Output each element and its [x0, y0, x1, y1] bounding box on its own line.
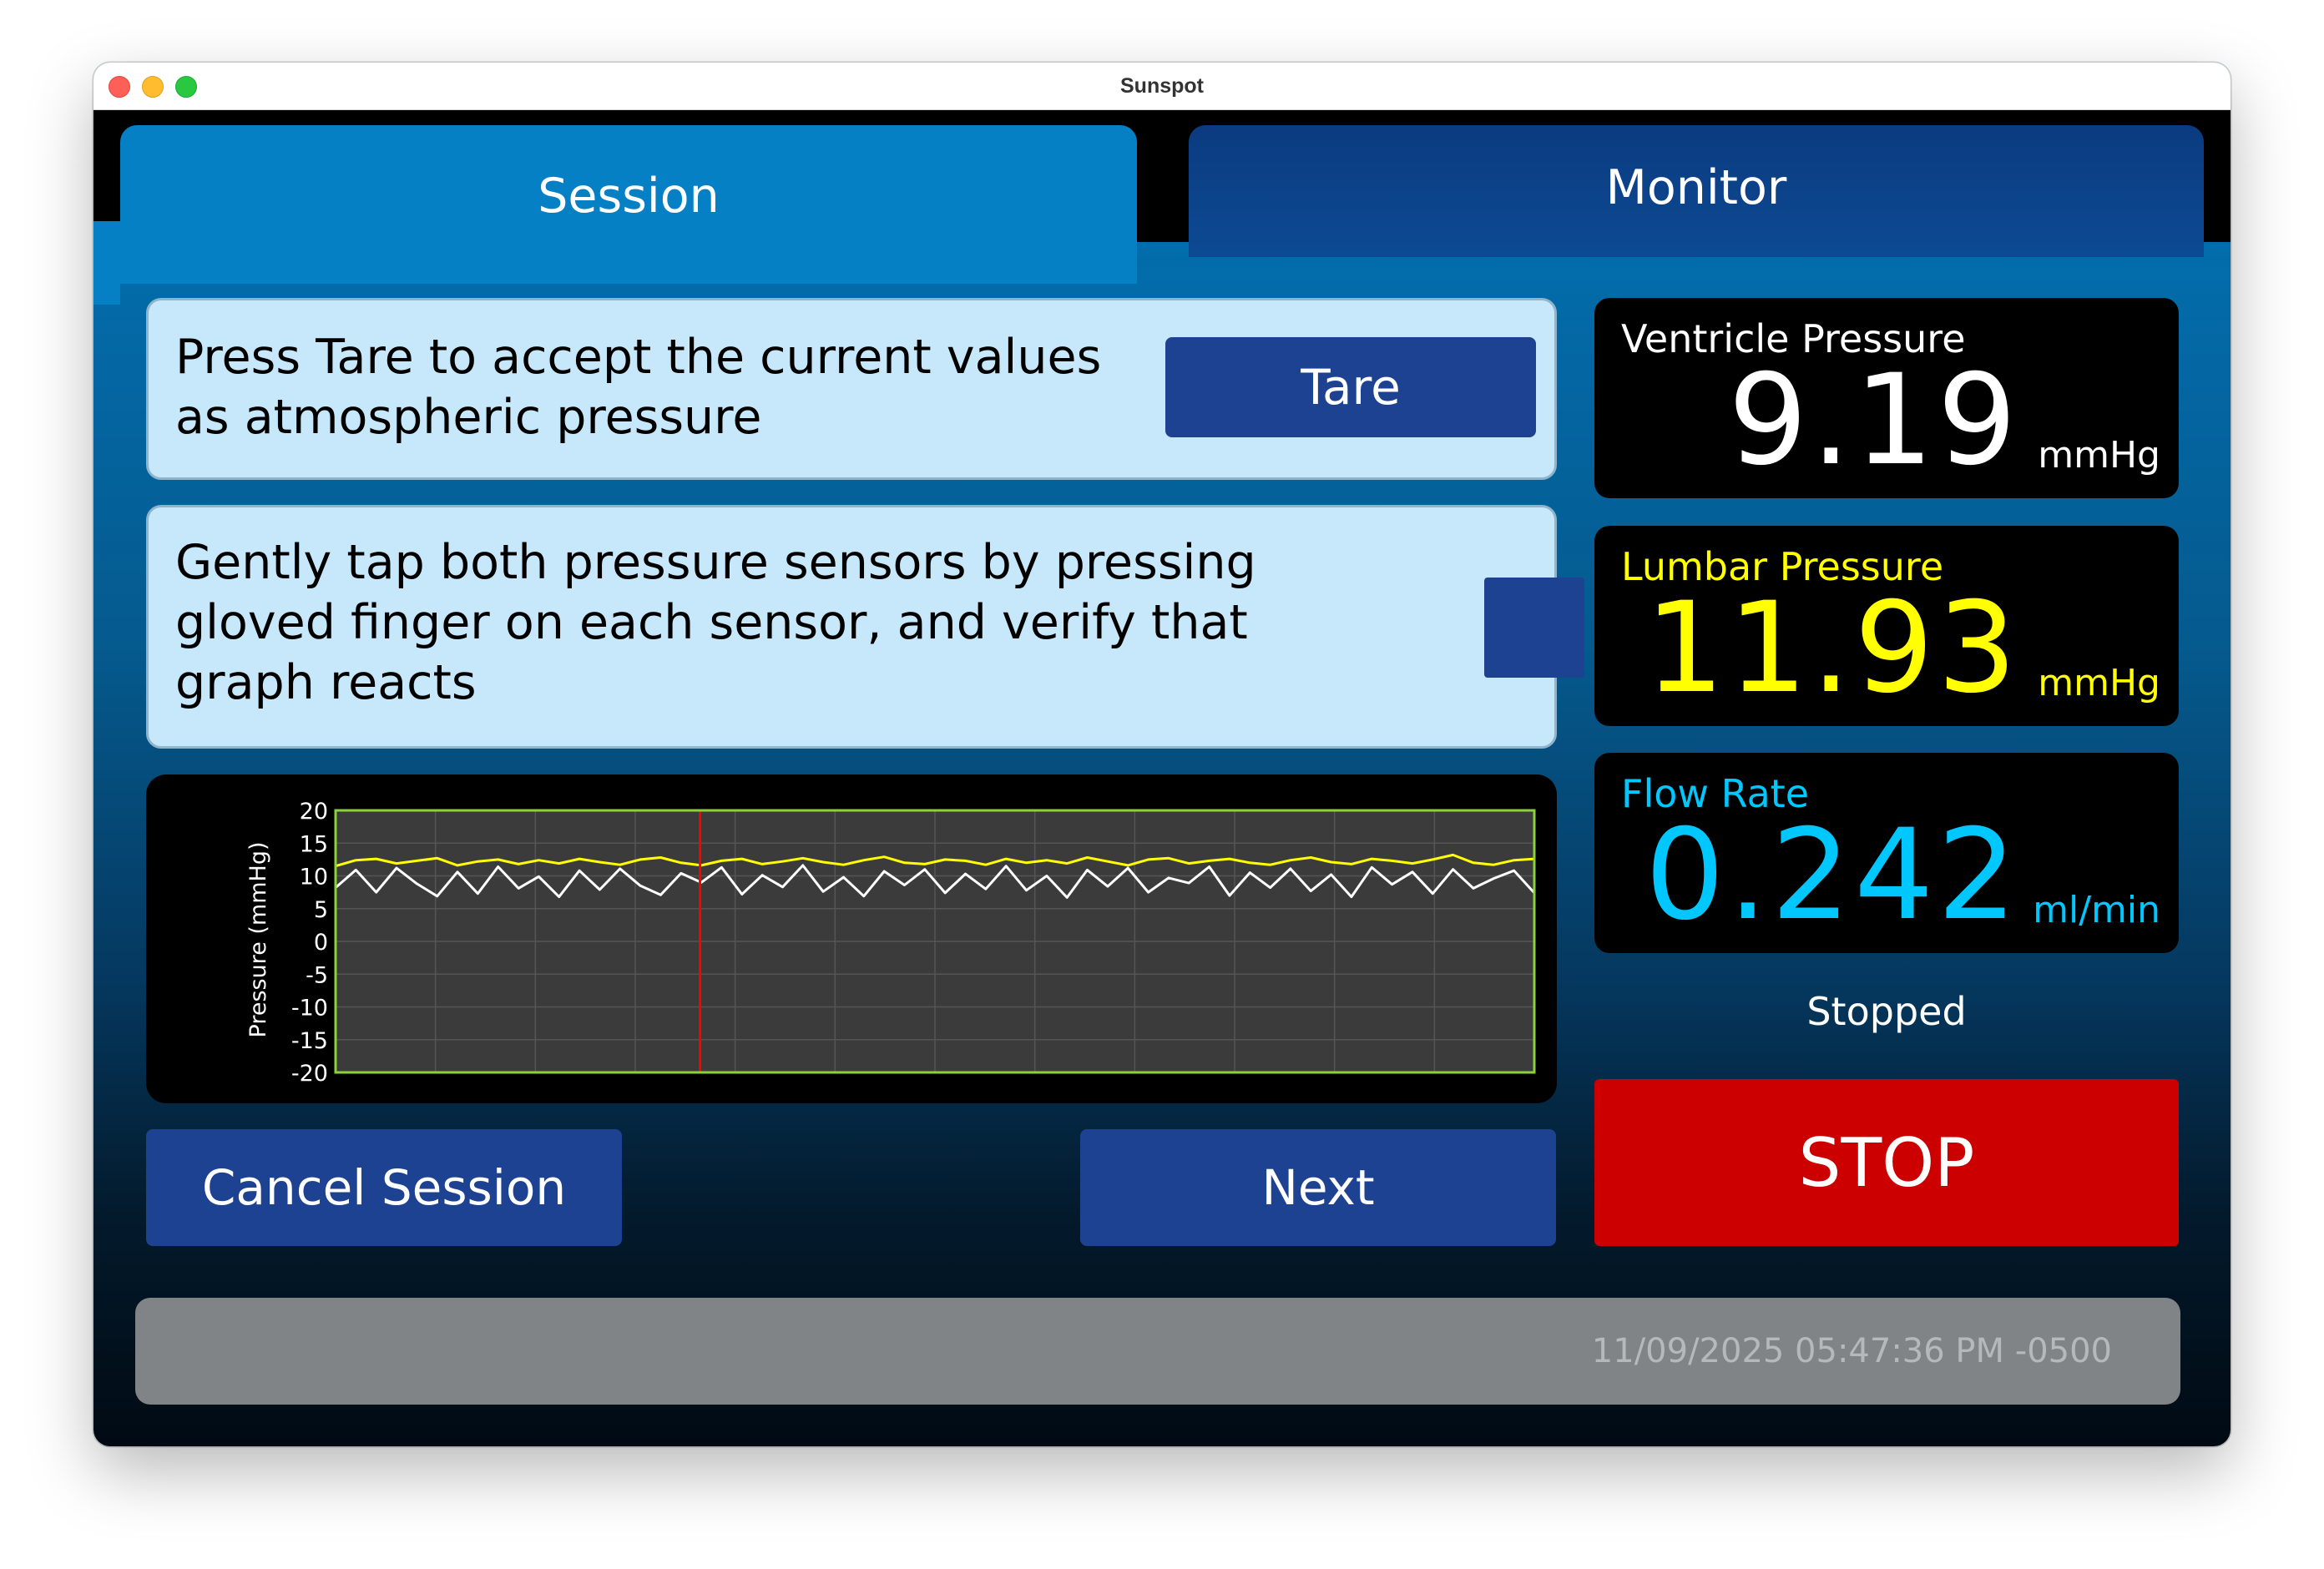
ventricle-pressure-value: 9.19 — [1728, 348, 2020, 493]
pressure-chart: 20 15 10 5 0 -5 -10 -15 -20 Pressure (mmHg) — [146, 774, 1557, 1103]
tab-monitor[interactable]: Monitor — [1189, 125, 2204, 257]
flow-rate-readout: Flow Rate 0.242 ml/min — [1594, 753, 2179, 953]
y-tick-label: -15 — [291, 1028, 328, 1054]
y-tick-label: 20 — [300, 799, 328, 825]
cancel-session-button[interactable]: Cancel Session — [146, 1129, 622, 1246]
tab-session[interactable]: Session — [120, 125, 1137, 284]
y-tick-label: 15 — [300, 831, 328, 857]
next-button[interactable]: Next — [1080, 1129, 1556, 1246]
step-tare-card: Press Tare to accept the current values … — [146, 298, 1557, 480]
step-tap-line-3: graph reacts — [175, 655, 477, 710]
app-window: Sunspot Session Monitor Press Tare to ac… — [93, 63, 2231, 1446]
step-tap-card: Gently tap both pressure sensors by pres… — [146, 505, 1584, 749]
y-tick-label: 5 — [314, 897, 328, 923]
tab-monitor-label: Monitor — [1605, 160, 1787, 215]
pump-status-text: Stopped — [1806, 989, 1967, 1034]
y-tick-label: -5 — [306, 962, 328, 988]
y-tick-label: -10 — [291, 996, 328, 1022]
step-tap-line-1: Gently tap both pressure sensors by pres… — [175, 535, 1256, 590]
sensor-verified-checkbox[interactable] — [1484, 578, 1584, 678]
lumbar-pressure-unit: mmHg — [2038, 662, 2160, 704]
pressure-chart-svg: 20 15 10 5 0 -5 -10 -15 -20 Pressure (mmHg) — [245, 799, 1536, 1087]
y-tick-label: 0 — [314, 930, 328, 956]
y-tick-label: 10 — [300, 865, 328, 890]
step-tap-instructions: Gently tap both pressure sensors by pres… — [175, 532, 1256, 713]
step-tare-line-1: Press Tare to accept the current values — [175, 330, 1102, 385]
y-axis-label: Pressure (mmHg) — [245, 842, 271, 1038]
ventricle-pressure-readout: Ventricle Pressure 9.19 mmHg — [1594, 298, 2179, 498]
y-tick-label: -20 — [291, 1061, 328, 1087]
lumbar-pressure-readout: Lumbar Pressure 11.93 mmHg — [1594, 526, 2179, 726]
tab-connector — [93, 221, 120, 305]
step-tare-instructions: Press Tare to accept the current values … — [175, 327, 1101, 447]
tare-button[interactable]: Tare — [1165, 337, 1536, 437]
stop-button[interactable]: STOP — [1594, 1079, 2179, 1246]
flow-rate-unit: ml/min — [2033, 889, 2160, 931]
timestamp: 11/09/2025 05:47:36 PM -0500 — [1591, 1332, 2112, 1370]
window-title: Sunspot — [1120, 74, 1204, 98]
tab-session-label: Session — [538, 169, 720, 224]
ventricle-pressure-unit: mmHg — [2038, 434, 2160, 477]
y-tick-labels: 20 15 10 5 0 -5 -10 -15 -20 — [291, 799, 328, 1087]
flow-rate-value: 0.242 — [1644, 803, 2020, 948]
step-tare-line-2: as atmospheric pressure — [175, 390, 762, 445]
title-bar: Sunspot — [93, 63, 2231, 110]
status-bar: 11/09/2025 05:47:36 PM -0500 — [135, 1298, 2180, 1405]
lumbar-pressure-value: 11.93 — [1644, 576, 2020, 721]
step-tap-line-2: gloved finger on each sensor, and verify… — [175, 595, 1248, 650]
